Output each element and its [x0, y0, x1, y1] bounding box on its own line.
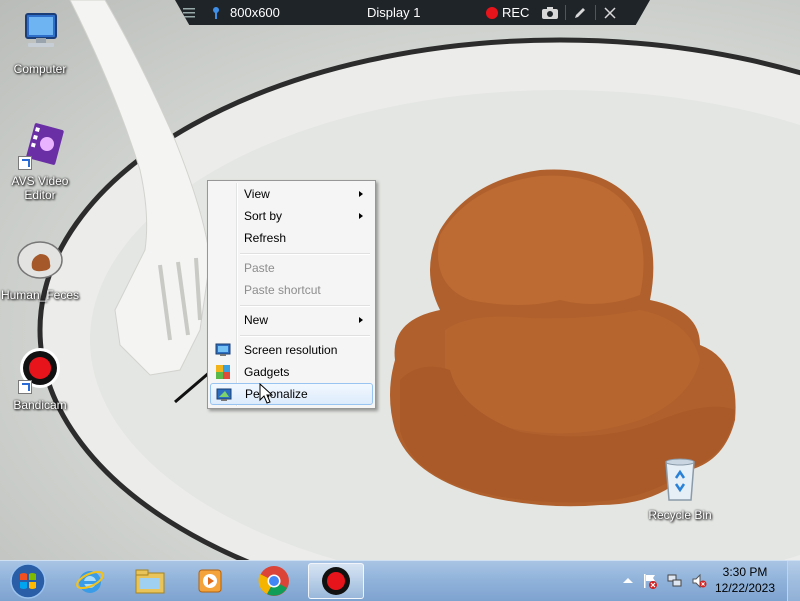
menu-item-sort-by[interactable]: Sort by	[210, 205, 373, 227]
taskbar-chrome[interactable]	[246, 563, 302, 599]
rec-button[interactable]: REC	[486, 0, 529, 25]
desktop-icon-avs-video-editor[interactable]: AVS Video Editor	[0, 122, 80, 202]
menu-item-label: View	[244, 187, 270, 201]
resolution-label: 800x600	[230, 5, 280, 20]
desktop-icon-label: AVS Video Editor	[11, 174, 69, 202]
menu-item-label: Paste	[244, 261, 275, 275]
windows-start-icon	[10, 563, 46, 599]
taskbar-windows-explorer[interactable]	[122, 563, 178, 599]
submenu-arrow-icon	[359, 317, 363, 323]
menu-item-label: New	[244, 313, 269, 327]
menu-item-label: Sort by	[244, 209, 283, 223]
menu-item-label: Paste shortcut	[244, 283, 321, 297]
recorder-toolbar: 800x600 Display 1 REC	[175, 0, 650, 25]
bandicam-icon	[322, 567, 350, 595]
gadgets-icon	[215, 364, 231, 380]
taskbar-bandicam[interactable]	[308, 563, 364, 599]
menu-item-screen-resolution[interactable]: Screen resolution	[210, 339, 373, 361]
rec-label: REC	[502, 5, 530, 20]
taskbar: 3:30 PM 12/22/2023	[0, 560, 800, 601]
desktop-icon-recycle-bin[interactable]: Recycle Bin	[640, 456, 720, 522]
desktop-icon-label: Bandicam	[13, 398, 67, 412]
toolbar-divider	[595, 5, 596, 20]
shortcut-arrow-icon	[18, 156, 32, 170]
menu-item-label: Refresh	[244, 231, 287, 245]
submenu-arrow-icon	[359, 191, 363, 197]
recycle-bin-icon	[656, 456, 704, 504]
menu-item-label: Gadgets	[244, 365, 290, 379]
toolbar-divider	[565, 5, 566, 20]
menu-item-new[interactable]: New	[210, 309, 373, 331]
windows-explorer-icon	[135, 569, 165, 594]
menu-item-personalize[interactable]: Personalize	[210, 383, 373, 405]
menu-separator	[240, 305, 370, 307]
network-icon[interactable]	[667, 573, 683, 589]
action-center-flag-icon[interactable]	[642, 573, 658, 589]
show-hidden-icons-icon[interactable]	[620, 573, 636, 589]
computer-icon	[16, 10, 64, 58]
desktop-icon-computer[interactable]: Computer	[0, 10, 80, 76]
menu-item-label: Personalize	[245, 387, 308, 401]
menu-item-gadgets[interactable]: Gadgets	[210, 361, 373, 383]
show-desktop-button[interactable]	[787, 561, 800, 601]
personalize-icon	[216, 387, 232, 403]
clock-time: 3:30 PM	[722, 565, 768, 579]
image-file-thumbnail-icon	[16, 236, 64, 284]
camera-icon[interactable]	[542, 0, 558, 25]
menu-separator	[240, 335, 370, 337]
volume-muted-icon[interactable]	[691, 573, 707, 589]
mouse-cursor-icon	[259, 383, 273, 404]
menu-separator	[240, 253, 370, 255]
menu-item-view[interactable]: View	[210, 183, 373, 205]
menu-item-paste-shortcut[interactable]: Paste shortcut	[210, 279, 373, 301]
pencil-icon[interactable]	[573, 0, 587, 25]
desktop-icon-label: Computer	[13, 62, 67, 76]
menu-item-refresh[interactable]: Refresh	[210, 227, 373, 249]
desktop-context-menu: View Sort by Refresh Paste Paste shortcu…	[207, 180, 376, 409]
display-selector[interactable]: Display 1	[367, 0, 420, 25]
desktop-icon-human-feces[interactable]: Human_Feces	[0, 236, 80, 302]
shortcut-arrow-icon	[18, 380, 32, 394]
clock-date: 12/22/2023	[714, 581, 776, 595]
monitor-icon	[215, 342, 231, 358]
desktop-icon-bandicam[interactable]: Bandicam	[0, 346, 80, 412]
menu-item-label: Screen resolution	[244, 343, 338, 357]
taskbar-media-player[interactable]	[182, 563, 238, 599]
bandicam-icon	[16, 346, 64, 394]
desktop-icon-label: Recycle Bin	[648, 508, 712, 522]
chrome-icon	[258, 566, 289, 596]
start-button[interactable]	[2, 563, 54, 599]
taskbar-internet-explorer[interactable]	[62, 563, 118, 599]
system-clock[interactable]: 3:30 PM 12/22/2023	[710, 564, 780, 596]
desktop-icon-label: Human_Feces	[0, 288, 80, 302]
close-icon[interactable]	[604, 0, 616, 25]
record-dot-icon	[486, 6, 498, 19]
menu-item-paste[interactable]: Paste	[210, 257, 373, 279]
pin-icon[interactable]	[210, 0, 222, 25]
media-player-icon	[198, 569, 222, 593]
submenu-arrow-icon	[359, 213, 363, 219]
avs-video-editor-icon	[16, 122, 64, 170]
internet-explorer-icon	[76, 570, 104, 593]
